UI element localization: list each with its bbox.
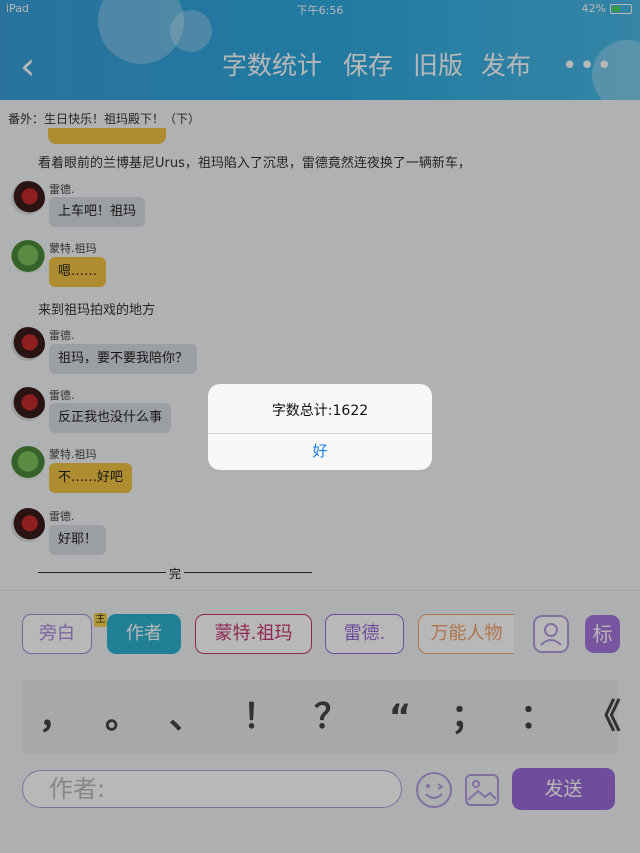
alert-message: 字数总计:1622 <box>271 403 369 419</box>
alert-ok-button[interactable]: 好 <box>208 433 432 470</box>
word-count-alert: 字数总计:1622 好 <box>208 384 432 470</box>
